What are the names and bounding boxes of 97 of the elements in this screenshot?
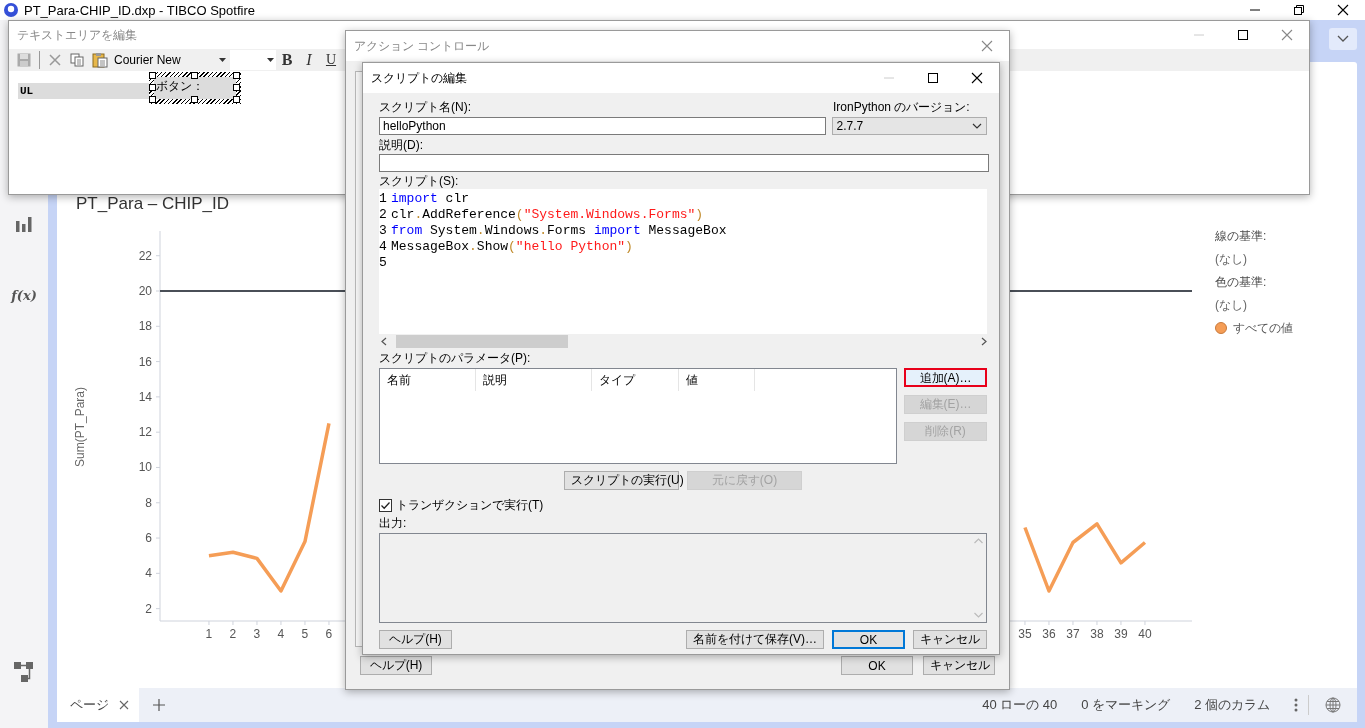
column-header[interactable]: タイプ (592, 369, 679, 391)
tick-label: 14 (138, 389, 152, 404)
tick-label: 10 (138, 460, 152, 475)
globe-icon[interactable] (1325, 697, 1341, 713)
underline-button[interactable]: U (320, 50, 342, 70)
tick-label: 35 (1018, 627, 1032, 641)
legend-value: (なし) (1215, 251, 1247, 267)
dropdown-button[interactable] (1329, 28, 1357, 50)
name-field[interactable]: helloPython (379, 117, 826, 135)
tick-label: 6 (145, 531, 152, 546)
dialog-button[interactable]: キャンセル (923, 656, 995, 675)
dialog-button[interactable]: キャンセル (913, 630, 987, 649)
code-line: import clr (390, 191, 470, 207)
field-label: スクリプトのパラメータ(P): (379, 351, 531, 366)
bar-chart-icon[interactable] (15, 216, 33, 232)
line-number: 1 (379, 191, 388, 207)
page-tab[interactable]: ページ (57, 688, 139, 722)
tick-label: 2 (145, 601, 152, 616)
tick-label: 37 (1066, 627, 1080, 641)
tick-label: 22 (138, 248, 152, 263)
tick-label: 39 (1114, 627, 1128, 641)
maximize-icon[interactable] (927, 72, 939, 84)
field-label: 出力: (379, 516, 407, 531)
function-label[interactable]: f(x) (11, 288, 37, 303)
checkbox[interactable] (379, 498, 392, 512)
parameter-list[interactable]: 名前 説明 タイプ 値 (379, 368, 897, 464)
field-label: スクリプト(S): (379, 174, 459, 189)
status-text: 0 をマーキング (1081, 696, 1171, 714)
dialog-button[interactable]: 追加(A)… (904, 368, 987, 387)
axis-title: Sum(PT_Para) (73, 387, 87, 467)
line-number: 3 (379, 223, 388, 239)
line-number: 5 (379, 255, 388, 271)
tick-label: 12 (138, 425, 152, 440)
tick-label: 1 (205, 627, 213, 641)
line-number: 2 (379, 207, 388, 223)
field-label: IronPython のバージョン: (833, 100, 970, 115)
code-editor[interactable]: 1 import clr 2 clr.AddReference("System.Windows.Forms") 3 from System.Windows.Forms import MessageBox 4 MessageBox.Show("hello Python") 5 (379, 189, 987, 334)
dialog-button[interactable]: ヘルプ(H) (360, 656, 432, 675)
app-logo-icon (4, 3, 18, 17)
chevron-down-icon (1337, 35, 1349, 43)
tick-label: 6 (325, 627, 333, 641)
legend-heading: 色の基準: (1215, 274, 1267, 290)
field-label: 説明(D): (379, 138, 423, 153)
horizontal-scrollbar[interactable] (379, 334, 989, 349)
chart-title: PT_Para – CHIP_ID (76, 194, 230, 215)
dialog-button[interactable]: OK (832, 630, 905, 649)
window-title: PT_Para-CHIP_ID.dxp - TIBCO Spotfire (24, 2, 255, 18)
column-header[interactable]: 値 (679, 369, 755, 391)
tick-label: 3 (253, 627, 261, 641)
tick-label: 16 (138, 354, 152, 369)
cut-icon[interactable] (48, 53, 62, 67)
code-line: clr.AddReference("System.Windows.Forms") (390, 207, 704, 223)
status-text: 2 個のカラム (1194, 696, 1270, 714)
tick-label: 4 (277, 627, 285, 641)
tick-label: 4 (145, 566, 152, 581)
version-dropdown[interactable]: 2.7.7 (831, 117, 987, 135)
output-area[interactable] (379, 533, 987, 623)
selected-button[interactable]: ボタン： (149, 72, 241, 104)
tick-label: 5 (301, 627, 309, 641)
line-number: 4 (379, 239, 388, 255)
window-title: テキストエリアを編集 (17, 26, 137, 44)
description-field[interactable] (379, 154, 989, 172)
italic-button[interactable]: I (298, 50, 320, 70)
paste-icon[interactable] (92, 52, 108, 68)
tick-label: 2 (229, 627, 237, 641)
tick-label: 18 (138, 319, 152, 334)
tick-label: 36 (1042, 627, 1056, 641)
dialog-button[interactable]: OK (841, 656, 913, 675)
code-line: from System.Windows.Forms import MessageBox (390, 223, 727, 239)
column-header[interactable]: 名前 (380, 369, 476, 391)
legend-label: すべての値 (1233, 320, 1293, 336)
plus-icon[interactable] (153, 699, 165, 711)
tick-label: 20 (138, 284, 152, 298)
column-header[interactable]: 説明 (476, 369, 592, 391)
copy-icon[interactable] (70, 53, 84, 67)
more-icon[interactable] (1294, 698, 1298, 712)
legend-heading: 線の基準: (1215, 228, 1267, 244)
dialog-button[interactable]: 名前を付けて保存(V)… (686, 630, 824, 649)
flow-diagram-icon[interactable] (14, 662, 34, 682)
close-icon[interactable] (1337, 4, 1349, 16)
tick-label: 40 (1138, 627, 1152, 641)
window-title: アクション コントロール (354, 37, 490, 55)
dialog-button[interactable]: ヘルプ(H) (379, 630, 452, 649)
tick-label: 8 (145, 495, 152, 510)
tab-label[interactable]: ページ (70, 696, 109, 714)
tick-label: 38 (1090, 627, 1104, 641)
close-icon[interactable] (971, 72, 983, 84)
status-text: 40 ローの 40 (982, 696, 1058, 714)
field-label: スクリプト名(N): (379, 100, 472, 115)
code-line: MessageBox.Show("hello Python") (390, 239, 633, 255)
bold-button[interactable]: B (276, 50, 298, 70)
checkbox-label: トランザクションで実行(T) (396, 497, 544, 513)
restore-icon[interactable] (1293, 4, 1305, 16)
window-title: スクリプトの編集 (371, 69, 467, 87)
maximize-icon[interactable] (1237, 29, 1249, 41)
legend-value: (なし) (1215, 297, 1247, 313)
chevron-down-icon (972, 123, 982, 129)
